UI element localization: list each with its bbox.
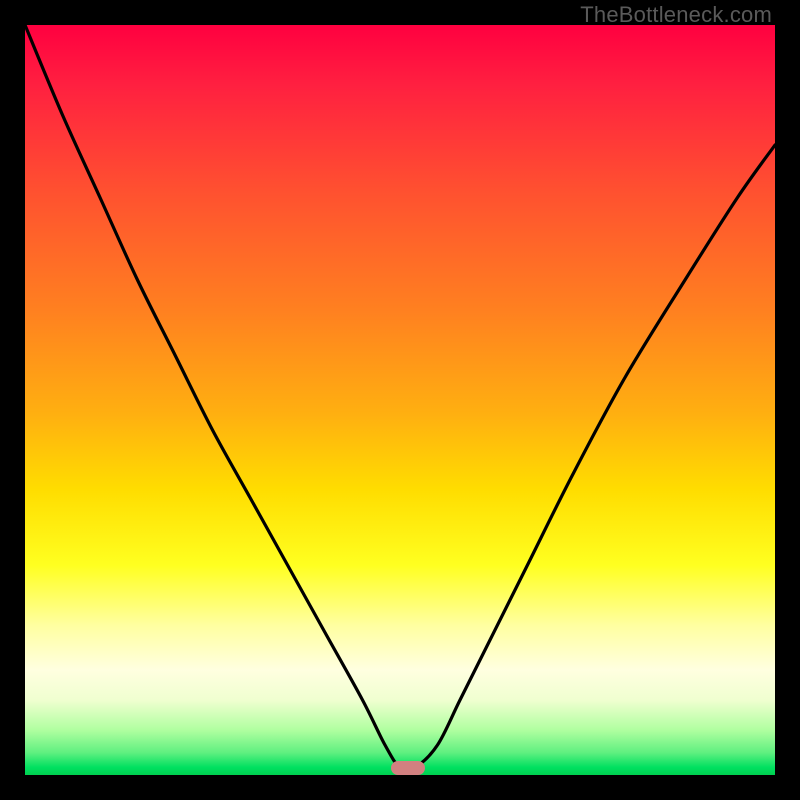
chart-container: TheBottleneck.com: [0, 0, 800, 800]
optimal-point-marker: [391, 761, 425, 775]
curve-layer: [25, 25, 775, 775]
bottleneck-curve: [25, 25, 775, 770]
